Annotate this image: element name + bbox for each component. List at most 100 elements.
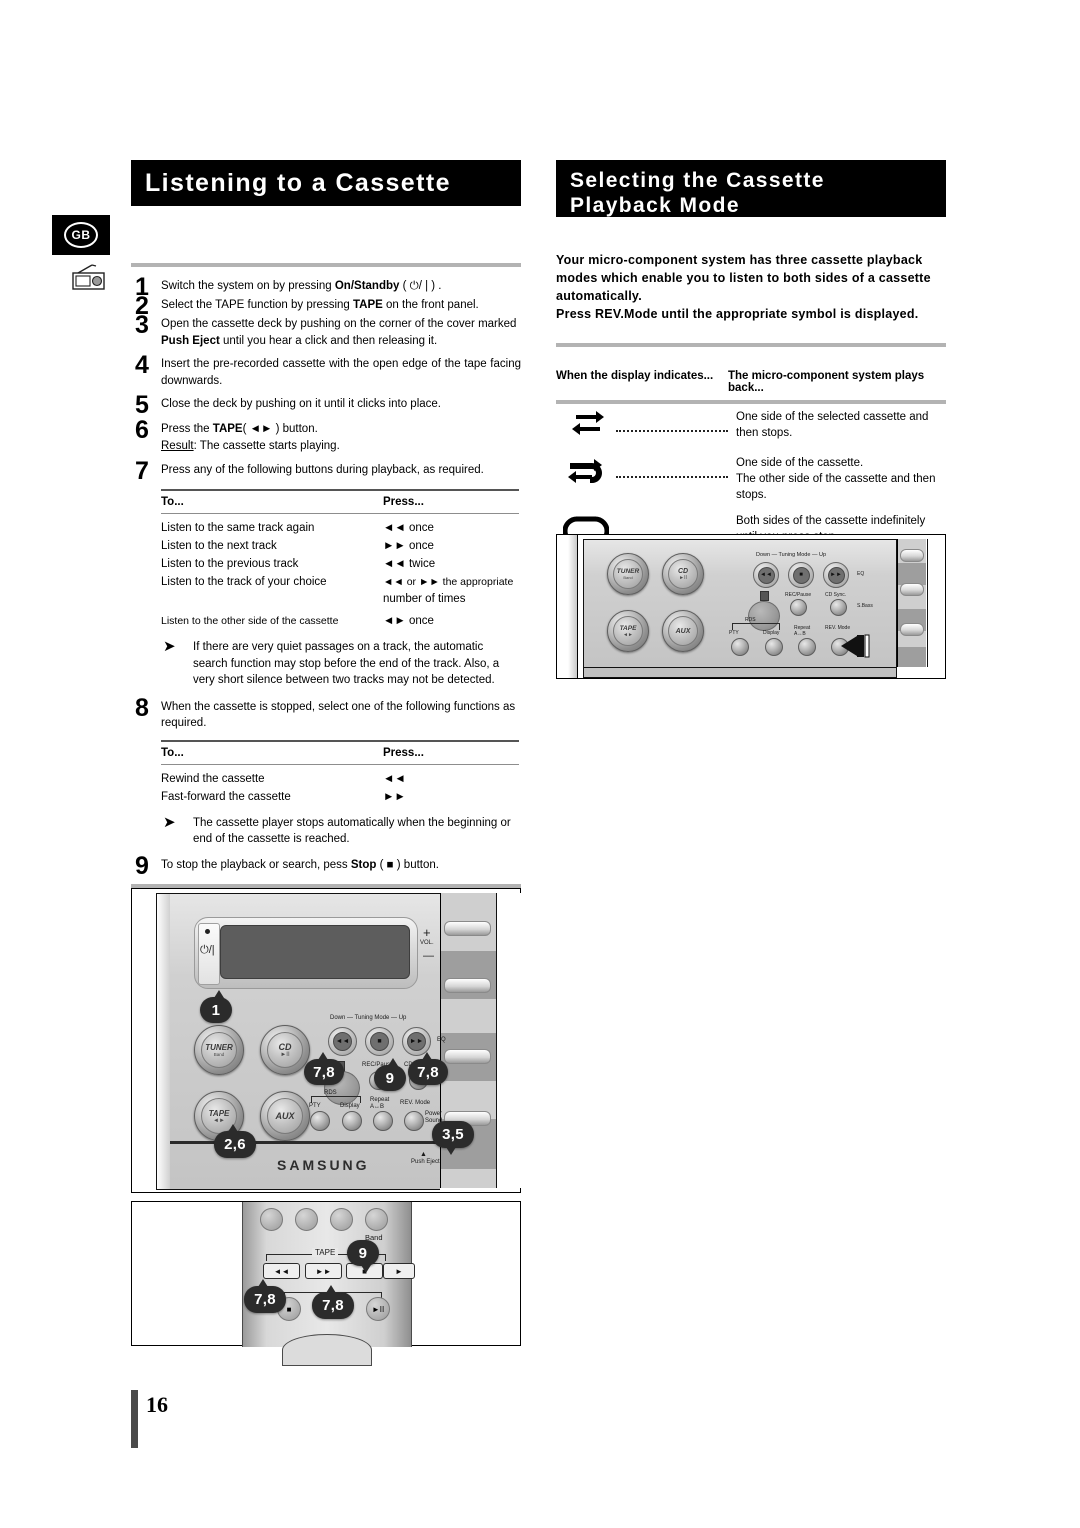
aux-knob-label: AUX (675, 627, 691, 635)
tuner-knob-label: TUNER (205, 1043, 233, 1052)
table-header-press: Press... (383, 496, 424, 508)
step-number: 6 (135, 416, 149, 444)
stop-button[interactable]: ■ (365, 1027, 394, 1056)
table-cell-to: Listen to the track of your choice (161, 576, 327, 588)
step-item: 3 Open the cassette deck by pushing on t… (131, 311, 521, 349)
table-cell-to: Fast-forward the cassette (161, 790, 291, 803)
sbass-label: S.Bass (857, 603, 873, 609)
step-item: 7 Press any of the following buttons dur… (131, 457, 521, 485)
divider-modes-top (556, 343, 946, 347)
step-text: Press any of the following buttons durin… (161, 464, 484, 476)
page-title-right-line1: Selecting the Cassette (570, 169, 825, 192)
step-item: 1 Switch the system on by pressing On/St… (131, 275, 521, 300)
table-row: number of times (161, 591, 519, 608)
remote-forward-button[interactable]: ►► (305, 1263, 342, 1279)
display-button[interactable] (342, 1111, 362, 1131)
aux-knob[interactable]: AUX (260, 1091, 310, 1141)
step-number: 5 (135, 391, 149, 419)
intro-paragraph: Your micro-component system has three ca… (556, 251, 946, 323)
table-cell-to: Listen to the other side of the cassette (161, 615, 339, 627)
aux-knob[interactable]: AUX (662, 610, 704, 652)
rev-mode-label: REV. Mode (825, 625, 851, 631)
rec-pause-label: REC/Pause (785, 592, 812, 598)
repeat-button[interactable] (798, 638, 816, 656)
divider-bottom-left (131, 883, 521, 888)
mode-description-line3: stops. (736, 489, 767, 501)
intro-line: Press REV.Mode until the appropriate sym… (556, 307, 919, 321)
remote-button-1[interactable] (260, 1208, 283, 1231)
skip-forward-button[interactable]: ►► (823, 562, 849, 588)
remote-button-3[interactable] (330, 1208, 353, 1231)
tape-knob-sublabel: ◄► (213, 1117, 225, 1124)
table-header-press: Press... (383, 746, 424, 759)
tuner-knob[interactable]: TUNER Band (194, 1025, 244, 1075)
remote-play-button[interactable]: ► (383, 1263, 415, 1279)
page-title-left: Listening to a Cassette (131, 160, 521, 206)
display-button[interactable] (765, 638, 783, 656)
step-number: 7 (135, 457, 149, 485)
rec-pause-button[interactable] (790, 599, 807, 616)
table-cell-press: ►► once (383, 540, 434, 552)
rev-mode-button[interactable] (404, 1111, 424, 1131)
rds-label: RDS (745, 617, 756, 623)
rds-label: RDS (324, 1090, 337, 1096)
table-cell-to: Rewind the cassette (161, 772, 265, 785)
display-label: Display (763, 630, 780, 636)
brand-logo: SAMSUNG (277, 1157, 370, 1173)
tape-knob[interactable]: TAPE ◄► (607, 610, 649, 652)
pty-button[interactable] (731, 638, 749, 656)
callout-1: 1 (200, 990, 232, 1023)
remote-cd-play-button[interactable]: ►II (366, 1297, 390, 1321)
table-header-to: To... (161, 746, 184, 759)
repeat-button[interactable] (373, 1111, 393, 1131)
tape-group-label: TAPE (312, 1248, 339, 1257)
stop-button[interactable]: ■ (788, 562, 814, 588)
remote-button-2[interactable] (295, 1208, 318, 1231)
table-header-row: To... Press... (161, 742, 519, 764)
skip-back-button[interactable]: ◄◄ (328, 1027, 357, 1056)
cd-knob-sublabel: ►II (679, 574, 687, 581)
step-item: 6 Press the TAPE( ◄► ) button. Result: Th… (131, 416, 521, 454)
callout-7-8-right: 7,8 (312, 1285, 354, 1319)
standby-led (205, 929, 210, 934)
jog-dial[interactable] (748, 601, 780, 631)
repeat-label: Repeat (370, 1097, 390, 1103)
cd-knob-label: CD (278, 1042, 292, 1052)
volume-label: VOL. (420, 940, 434, 946)
step-number: 3 (135, 311, 149, 339)
cassette-indicator-icon (760, 591, 769, 601)
step-text: To stop the playback or search, pess Sto… (161, 858, 439, 871)
page-number-bar (131, 1390, 138, 1448)
repeat-ab-label: A↔B (370, 1104, 385, 1110)
front-panel-illustration-small: TUNER Band CD ►II TAPE ◄► AUX Down — Tun… (556, 534, 946, 679)
table-cell-press: ◄◄ twice (383, 558, 436, 570)
intro-line: automatically. (556, 289, 642, 303)
skip-back-button[interactable]: ◄◄ (753, 562, 779, 588)
cd-knob[interactable]: CD ►II (662, 553, 704, 595)
rds-bracket (732, 623, 780, 630)
step-item: 9 To stop the playback or search, pess S… (131, 853, 521, 878)
cassette-door[interactable] (583, 667, 897, 678)
pty-label: PTY (309, 1103, 321, 1109)
remote-button-4[interactable] (365, 1208, 388, 1231)
step-text: Insert the pre-recorded cassette with th… (161, 358, 521, 387)
remote-navigation-ring[interactable] (282, 1334, 372, 1366)
callout-3-5: 3,5 (432, 1121, 474, 1155)
step-item: 2 Select the TAPE function by pressing T… (131, 294, 521, 319)
pty-button[interactable] (310, 1111, 330, 1131)
tape-knob-sublabel: ◄► (623, 631, 633, 638)
callout-9: 9 (347, 1240, 379, 1273)
table-row: Fast-forward the cassette ►► (161, 788, 519, 806)
tuner-knob[interactable]: TUNER Band (607, 553, 649, 595)
mode-description-line1: One side of the cassette. (736, 457, 864, 469)
remote-rewind-button[interactable]: ◄◄ (263, 1263, 300, 1279)
half-loop-arrow-icon (556, 455, 616, 495)
volume-down-label: — (423, 950, 434, 962)
display-label: Display (340, 1103, 360, 1109)
table-header-row: To... Press... (161, 491, 519, 513)
cd-knob[interactable]: CD ►II (260, 1025, 310, 1075)
cd-sync-button[interactable] (830, 599, 847, 616)
pointer-arrow-icon (841, 634, 870, 658)
eq-label: EQ (437, 1037, 446, 1043)
intro-line: modes which enable you to listen to both… (556, 271, 931, 285)
